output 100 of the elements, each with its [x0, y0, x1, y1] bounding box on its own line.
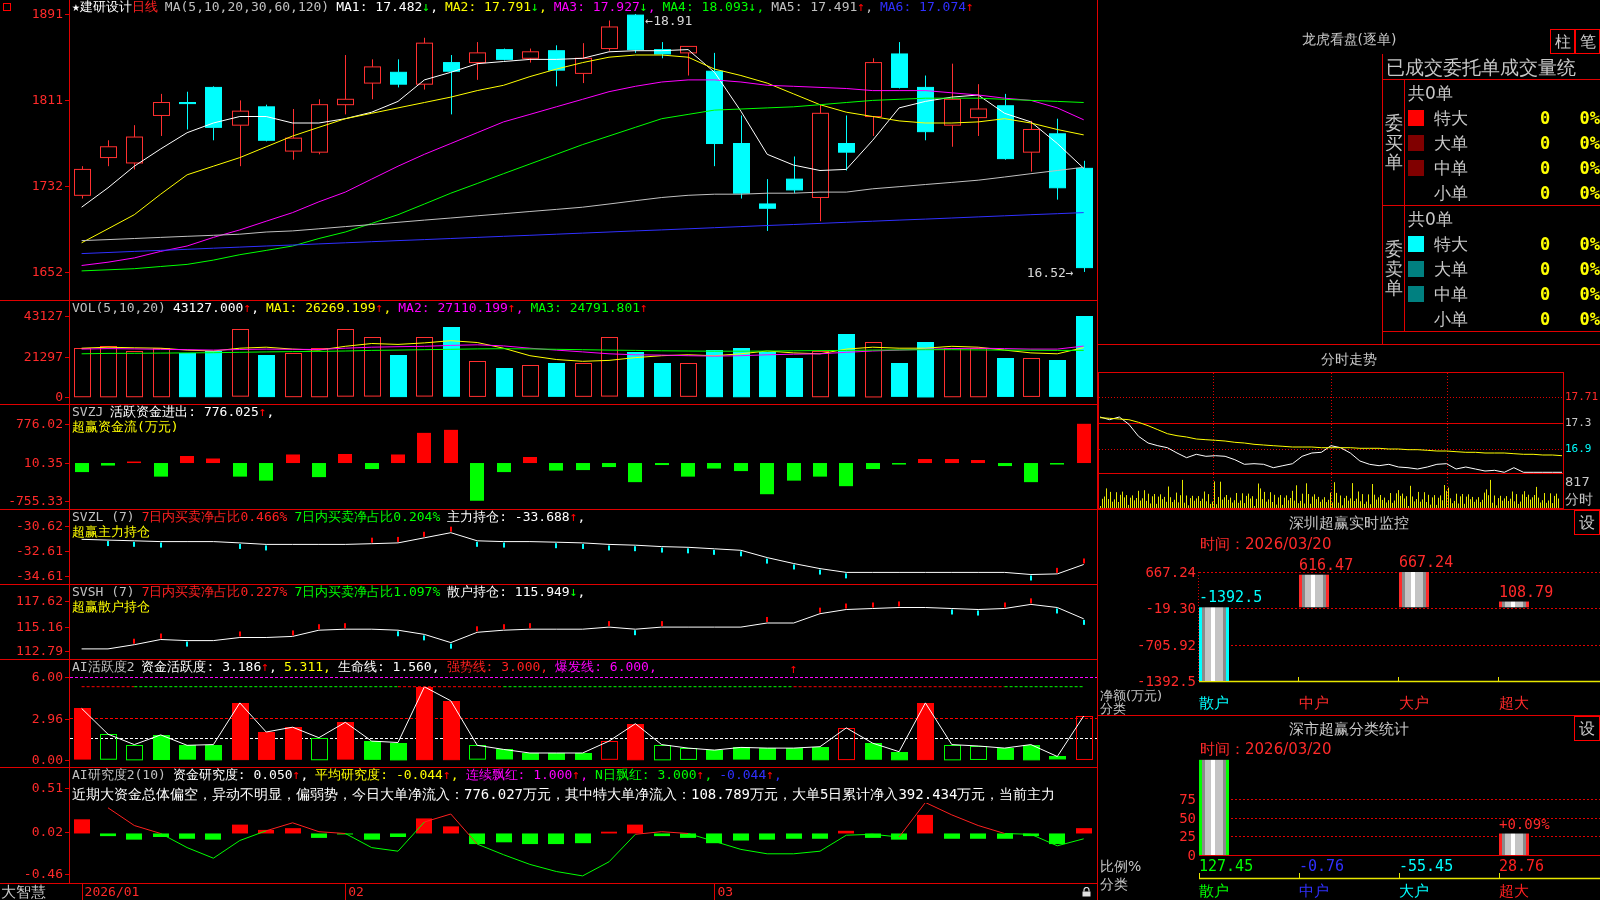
axis-label: 0.02 — [31, 824, 63, 839]
candlestick — [654, 41, 671, 59]
change-tick — [397, 536, 399, 542]
indicator-reading: 爆发线: 6.000, — [555, 660, 657, 674]
axis-label: 1732 — [31, 178, 63, 193]
change-tick — [582, 543, 584, 549]
order-count: 0 — [1539, 157, 1551, 178]
candlestick — [601, 20, 618, 52]
value-label: 616.47 — [1299, 555, 1354, 574]
indicator-reading: MA6: 17.074↑ — [879, 0, 974, 14]
volume-label: 817 — [1565, 474, 1590, 489]
brand-name: 大智慧 — [0, 884, 46, 900]
order-type: 特大 — [1434, 107, 1468, 128]
order-count: 0 — [1539, 233, 1551, 254]
value-label: -0.76 — [1299, 857, 1345, 875]
indicator-reading: -0.044↑, — [719, 768, 782, 782]
axis-label: 50 — [1179, 809, 1196, 826]
order-total: 共0单 — [1408, 82, 1453, 103]
change-tick — [1030, 575, 1032, 581]
axis-label: -0.46 — [23, 867, 63, 882]
order-percent: 0% — [1579, 308, 1600, 329]
candlestick — [522, 48, 539, 64]
change-tick — [1004, 602, 1006, 608]
change-tick — [872, 602, 874, 608]
change-tick — [608, 545, 610, 551]
indicator-name: SVSH (7) — [72, 585, 135, 599]
indicator-reading: MA1: 26269.199↑, — [266, 301, 392, 315]
order-type: 特大 — [1434, 233, 1468, 254]
axis-label: -755.33 — [8, 494, 63, 508]
axis-label: -32.61 — [16, 543, 63, 558]
value-label: 28.76 — [1499, 857, 1545, 875]
indicator-reading: MA2: 17.791↓, — [444, 0, 547, 14]
date-label: 2026/01 — [81, 884, 140, 900]
axis-label: -705.92 — [1137, 636, 1196, 653]
axis-title: 净额(万元) — [1100, 687, 1163, 703]
change-tick — [160, 542, 162, 548]
candlestick — [416, 37, 433, 91]
candlestick — [74, 165, 91, 200]
order-percent: 0% — [1579, 107, 1600, 128]
change-tick — [133, 638, 135, 644]
candlestick — [970, 83, 987, 137]
axis-label: -1392.5 — [1137, 673, 1196, 689]
change-tick — [450, 643, 452, 649]
change-tick — [1056, 567, 1058, 573]
indicator-reading: 7日内买卖净占比0.466% — [141, 510, 288, 524]
candlestick — [838, 114, 855, 171]
change-tick — [713, 549, 715, 555]
change-tick — [687, 548, 689, 554]
candlestick — [364, 58, 381, 100]
change-tick — [740, 551, 742, 557]
change-tick — [661, 547, 663, 553]
group-label: 委卖单 — [1384, 238, 1403, 299]
mode-button[interactable]: 笔 — [1575, 29, 1600, 54]
candlestick — [786, 155, 803, 194]
order-percent: 0% — [1579, 258, 1600, 279]
settings-button[interactable]: 设 — [1574, 716, 1600, 741]
change-tick — [898, 601, 900, 607]
indicator-reading: MA2: 27110.199↑, — [398, 301, 524, 315]
category-label: 散户 — [1199, 694, 1229, 712]
indicator-reading: 资金活跃度: 3.186↑, — [141, 660, 277, 674]
order-type: 大单 — [1434, 258, 1468, 279]
axis-label: 112.79 — [16, 644, 63, 658]
change-tick — [292, 630, 294, 636]
change-tick — [529, 623, 531, 629]
order-percent: 0% — [1579, 233, 1600, 254]
value-label: -1392.5 — [1199, 588, 1263, 607]
indicator-reading: 7日内买卖净占比0.204% — [294, 510, 441, 524]
change-tick — [107, 541, 109, 547]
axis-label: 1891 — [31, 7, 63, 21]
annotation-label: +0.09% — [1499, 815, 1550, 832]
mode-button[interactable]: 柱 — [1550, 29, 1575, 54]
axis-label: 16.9 — [1565, 443, 1592, 455]
change-tick — [344, 623, 346, 629]
axis-label: 0.00 — [31, 752, 63, 767]
axis-label: 776.02 — [16, 417, 63, 431]
candlestick — [205, 85, 222, 141]
change-tick — [793, 564, 795, 570]
change-tick — [186, 641, 188, 647]
value-label: 127.45 — [1199, 857, 1254, 875]
axis-label: 6.00 — [31, 670, 63, 684]
candlestick — [337, 54, 354, 115]
indicator-title: 超赢散户持仓 — [72, 599, 150, 614]
settings-button[interactable]: 设 — [1574, 510, 1600, 535]
change-tick — [1056, 608, 1058, 614]
axis-label: -19.30 — [1145, 600, 1196, 617]
square-icon — [3, 3, 11, 11]
axis-label: 2.96 — [31, 712, 63, 726]
change-tick — [133, 541, 135, 547]
change-tick — [819, 569, 821, 575]
axis-label: 1652 — [31, 264, 63, 279]
indicator-name: MA(5,10,20,30,60,120) — [164, 0, 330, 14]
order-percent: 0% — [1579, 132, 1600, 153]
change-tick — [318, 624, 320, 630]
axis-label: 0 — [1187, 847, 1196, 863]
candlestick — [917, 75, 934, 141]
candlestick — [1023, 120, 1040, 173]
axis-label: 21297 — [23, 350, 63, 364]
analysis-comment: 近期大资金总体偏空，异动不明显，偏弱势，今日大单净流入：776.027万元，其中特大单净流入：108.789万元，大单5日累计净入392.434万元，当前主力 — [72, 785, 1056, 803]
indicator-reading: 散户持仓: 115.949↓, — [447, 585, 586, 599]
indicator-name: AI活跃度2 — [72, 660, 135, 674]
